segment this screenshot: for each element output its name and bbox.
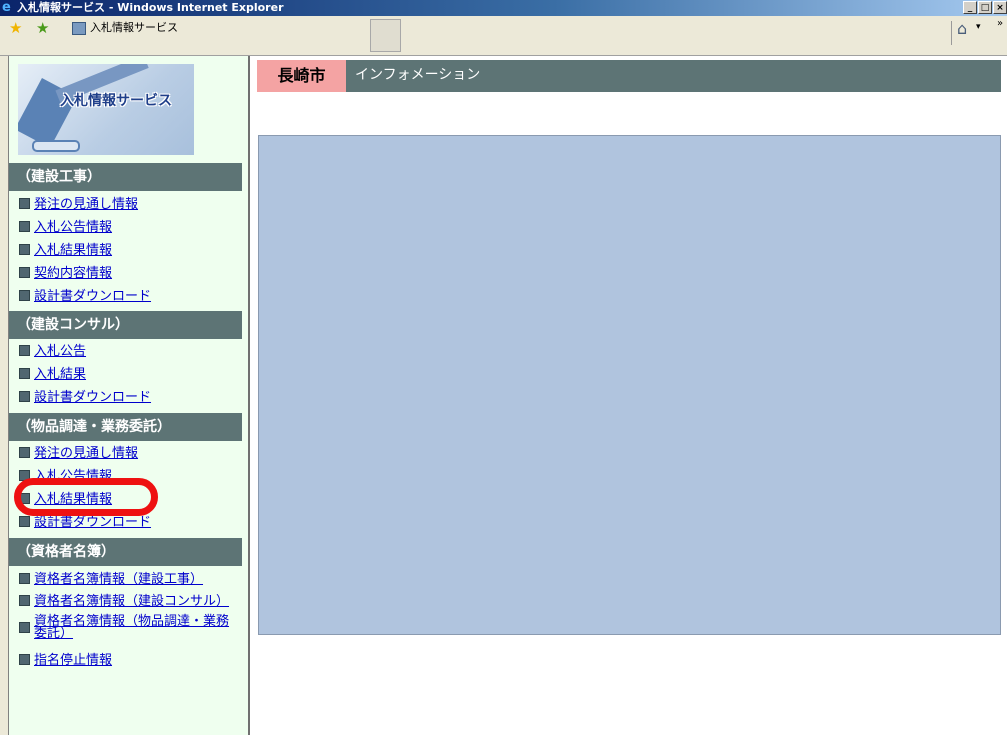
home-icon[interactable]: ⌂ <box>957 20 967 38</box>
window-title: 入札情報サービス - Windows Internet Explorer <box>17 1 284 14</box>
menu-item-label: 発注の見通し情報 <box>34 197 139 212</box>
internet-explorer-icon: e <box>2 0 11 15</box>
menu-item-construction-bid-notice[interactable]: 入札公告情報 <box>19 220 112 236</box>
add-favorites-icon[interactable]: ★ <box>36 20 49 36</box>
site-logo: 入札情報サービス <box>18 64 194 155</box>
menu-item-consulting-bid-results[interactable]: 入札結果 <box>19 367 86 383</box>
bullet-icon <box>19 267 30 278</box>
bullet-icon <box>19 573 30 584</box>
menu-item-qualified-procurement[interactable]: 資格者名簿情報（物品調達・業務委託） <box>19 614 234 641</box>
bullet-icon <box>19 221 30 232</box>
minimize-button[interactable]: _ <box>963 1 977 14</box>
city-badge: 長崎市 <box>257 60 346 92</box>
menu-item-construction-bid-results[interactable]: 入札結果情報 <box>19 243 112 259</box>
bullet-icon <box>19 447 30 458</box>
browser-tab[interactable]: 入札情報サービス <box>66 19 368 53</box>
bullet-icon <box>19 290 30 301</box>
logo-text: 入札情報サービス <box>60 93 172 109</box>
browser-toolbar: ★ ★ 入札情報サービス ⌂ ▾ » <box>0 16 1007 56</box>
menu-item-consulting-design-download[interactable]: 設計書ダウンロード <box>19 390 151 406</box>
menu-item-label: 設計書ダウンロード <box>34 515 152 530</box>
window-frame-edge <box>0 56 8 735</box>
menu-item-construction-outlook[interactable]: 発注の見通し情報 <box>19 197 138 213</box>
bullet-icon <box>19 654 30 665</box>
favorites-star-icon[interactable]: ★ <box>9 20 22 36</box>
tab-title: 入札情報サービス <box>90 21 178 34</box>
highlight-annotation-ring <box>14 478 158 516</box>
bullet-icon <box>19 198 30 209</box>
menu-item-label: 設計書ダウンロード <box>34 289 152 304</box>
bullet-icon <box>19 345 30 356</box>
menu-item-consulting-bid-notice[interactable]: 入札公告 <box>19 344 86 360</box>
menu-item-construction-contracts[interactable]: 契約内容情報 <box>19 266 112 282</box>
menu-item-procurement-outlook[interactable]: 発注の見通し情報 <box>19 446 138 462</box>
maximize-button[interactable]: □ <box>978 1 992 14</box>
bullet-icon <box>19 244 30 255</box>
menu-item-label: 発注の見通し情報 <box>34 446 139 461</box>
bullet-icon <box>19 516 30 527</box>
bullet-icon <box>19 391 30 402</box>
menu-item-suspension-info[interactable]: 指名停止情報 <box>19 653 112 669</box>
menu-item-construction-design-download[interactable]: 設計書ダウンロード <box>19 289 151 305</box>
section-header-construction: （建設工事） <box>9 163 242 191</box>
bullet-icon <box>19 622 30 633</box>
menu-item-label: 入札結果 <box>34 367 87 382</box>
menu-item-label: 資格者名簿情報（建設工事） <box>34 572 204 587</box>
menu-item-qualified-consulting[interactable]: 資格者名簿情報（建設コンサル） <box>19 594 229 610</box>
menu-item-label: 資格者名簿情報（物品調達・業務委託） <box>34 614 230 641</box>
gavel-base-graphic <box>32 140 80 152</box>
main-content: 長崎市 インフォメーション <box>250 56 1007 735</box>
bullet-icon <box>19 595 30 606</box>
menu-item-label: 設計書ダウンロード <box>34 390 152 405</box>
menu-item-qualified-construction[interactable]: 資格者名簿情報（建設工事） <box>19 572 203 588</box>
section-header-consulting: （建設コンサル） <box>9 311 242 339</box>
info-panel <box>258 135 1001 635</box>
menu-item-label: 入札結果情報 <box>34 243 113 258</box>
info-header-bar: 長崎市 インフォメーション <box>257 60 1001 92</box>
home-dropdown-icon[interactable]: ▾ <box>976 22 981 32</box>
section-header-procurement: （物品調達・業務委託） <box>9 413 242 441</box>
close-button[interactable]: × <box>993 1 1007 14</box>
toolbar-divider <box>951 21 952 45</box>
menu-item-procurement-design-download[interactable]: 設計書ダウンロード <box>19 515 151 531</box>
new-tab-button[interactable] <box>370 19 401 52</box>
page-favicon-icon <box>72 21 86 35</box>
section-header-qualified-list: （資格者名簿） <box>9 538 242 566</box>
menu-item-label: 指名停止情報 <box>34 653 113 668</box>
window-title-bar[interactable]: e 入札情報サービス - Windows Internet Explorer _… <box>0 0 1007 16</box>
info-heading: インフォメーション <box>355 67 481 83</box>
toolbar-overflow-icon[interactable]: » <box>997 18 1003 29</box>
menu-item-label: 入札公告情報 <box>34 220 113 235</box>
menu-item-label: 入札公告 <box>34 344 87 359</box>
sidebar-menu: 入札情報サービス （建設工事） 発注の見通し情報 入札公告情報 入札結果情報 契… <box>8 56 250 735</box>
bullet-icon <box>19 368 30 379</box>
menu-item-label: 契約内容情報 <box>34 266 113 281</box>
menu-item-label: 資格者名簿情報（建設コンサル） <box>34 594 230 609</box>
